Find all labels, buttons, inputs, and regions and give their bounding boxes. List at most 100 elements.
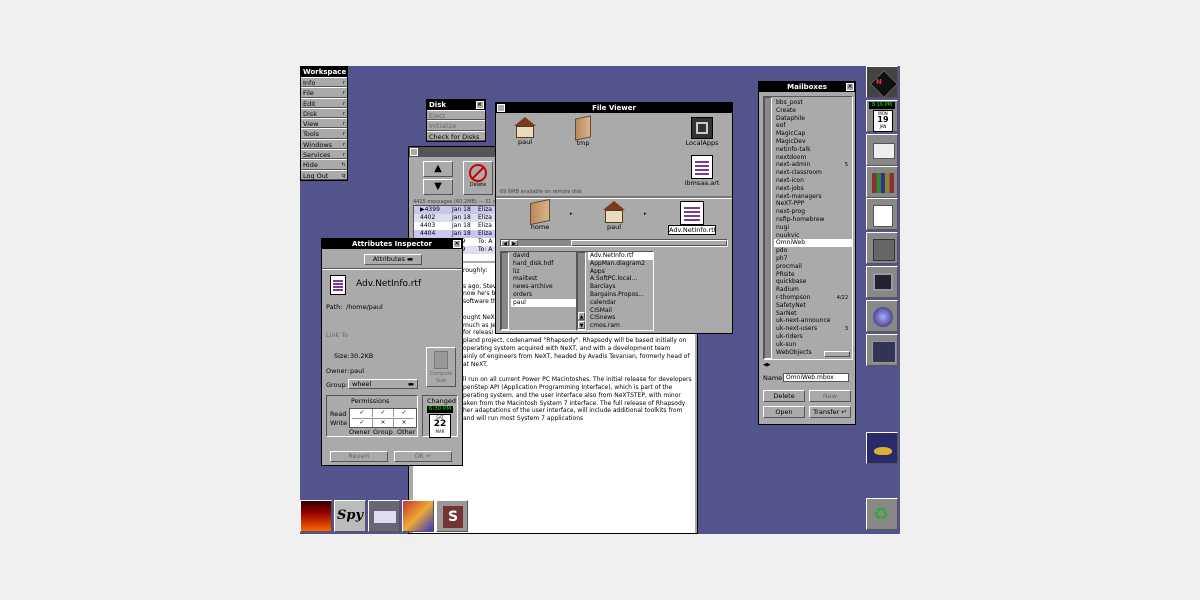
workspace-menu-item-view[interactable]: View r xyxy=(301,118,347,129)
close-icon[interactable]: × xyxy=(846,83,854,91)
dock-lamp[interactable] xyxy=(866,432,898,464)
group-popup[interactable]: wheel ▬ xyxy=(348,379,418,389)
list-item[interactable]: calendar xyxy=(588,299,654,307)
mailbox-hscroll[interactable]: ◀▶ xyxy=(763,362,783,369)
workspace-menu-item-windows[interactable]: Windows r xyxy=(301,138,347,150)
list-item[interactable]: next-jobs xyxy=(774,185,852,193)
list-item[interactable]: uk-riders xyxy=(774,333,852,341)
list-item[interactable]: r-thompson 4/22 xyxy=(774,294,852,302)
column-scrollbar[interactable] xyxy=(501,252,509,330)
close-icon[interactable]: × xyxy=(453,240,461,248)
perm-other-read[interactable]: ✓ xyxy=(394,409,414,417)
list-item[interactable]: nuukvic xyxy=(774,232,852,240)
path-item-paul[interactable]: paul xyxy=(598,201,630,231)
list-item[interactable]: david xyxy=(511,252,577,260)
workspace-menu-item-disk[interactable]: Disk r xyxy=(301,107,347,119)
ok-button[interactable]: OK ↵ xyxy=(394,451,452,462)
path-item-selected-file[interactable]: Adv.NetInfo.rtf xyxy=(668,201,716,235)
list-item[interactable]: netinfo-talk xyxy=(774,146,852,154)
close-icon[interactable]: × xyxy=(476,101,484,109)
list-item[interactable]: uk-next-users 3 xyxy=(774,325,852,333)
list-item[interactable]: SafetyNet xyxy=(774,302,852,310)
path-item-home[interactable]: home xyxy=(524,198,556,231)
scroll-left-button[interactable]: ◀ xyxy=(501,240,509,247)
list-item[interactable]: paul xyxy=(511,298,577,307)
scroll-down-button[interactable]: ▼ xyxy=(578,321,585,329)
browser-scrollbar[interactable]: ◀ ▶ xyxy=(500,239,728,247)
inspector-popup[interactable]: Attributes ▬ xyxy=(364,254,422,265)
perm-other-write[interactable]: × xyxy=(394,418,414,427)
list-item[interactable]: MagicCap xyxy=(774,130,852,138)
dock-next-logo[interactable]: N xyxy=(866,66,899,99)
list-item[interactable]: Adv.NetInfo.rtf xyxy=(588,252,654,260)
list-item[interactable]: ph7 xyxy=(774,255,852,263)
list-item[interactable]: orders xyxy=(511,291,577,299)
workspace-menu-item-file[interactable]: File r xyxy=(301,87,347,98)
list-item[interactable]: A.SoftPC.local... xyxy=(588,275,654,283)
next-message-button[interactable]: ▼ xyxy=(423,179,453,195)
mailbox-open-button[interactable]: Open xyxy=(763,406,805,418)
mailbox-delete-button[interactable]: Delete xyxy=(763,390,805,402)
dock-edit[interactable] xyxy=(866,198,898,230)
mailbox-transfer-button[interactable]: Transfer ↵ xyxy=(809,406,851,418)
dock-preferences[interactable] xyxy=(866,232,898,264)
list-item[interactable]: Bargains.Propos... xyxy=(588,291,654,299)
list-item[interactable]: next-classroom xyxy=(774,169,852,177)
scroll-knob[interactable] xyxy=(571,240,727,246)
perm-group-write[interactable]: × xyxy=(373,418,394,427)
list-item[interactable]: nsfip-homebrew xyxy=(774,216,852,224)
workspace-menu-item-tools[interactable]: Tools r xyxy=(301,128,347,139)
dock-terminal[interactable] xyxy=(866,266,898,298)
list-item[interactable]: hard_disk.hdf xyxy=(511,260,577,268)
list-item[interactable]: Barclays xyxy=(588,283,654,291)
dock-clock[interactable]: 8:16 PM MON 19 JAN xyxy=(866,100,898,132)
tile-draw[interactable] xyxy=(402,500,434,532)
dock-recycler[interactable]: ♻ xyxy=(866,498,898,530)
perm-owner-write[interactable]: ✓ xyxy=(352,418,373,427)
scroll-right-button[interactable]: ▶ xyxy=(510,240,518,247)
list-item[interactable]: next-managers xyxy=(774,193,852,201)
list-item[interactable]: next-admin 5 xyxy=(774,161,852,169)
list-item[interactable]: quickbase xyxy=(774,278,852,286)
revert-button[interactable]: Revert xyxy=(330,451,388,462)
column-scrollbar[interactable]: ▲ ▼ xyxy=(577,252,586,330)
prev-message-button[interactable]: ▲ xyxy=(423,161,453,177)
list-item[interactable]: cmos.ram xyxy=(588,322,654,330)
perm-group-read[interactable]: ✓ xyxy=(373,409,394,417)
workspace-menu-item-services[interactable]: Services r xyxy=(301,149,347,160)
list-item[interactable]: next-icon xyxy=(774,177,852,185)
list-item[interactable]: PRsite xyxy=(774,271,852,279)
workspace-menu-item-hide[interactable]: Hide h xyxy=(301,159,347,170)
list-item[interactable]: news-archive xyxy=(511,283,577,291)
list-item[interactable]: eof xyxy=(774,122,852,130)
list-item[interactable]: uk-next-announce xyxy=(774,317,852,325)
shelf-item-paul[interactable]: paul xyxy=(510,117,540,146)
list-item[interactable]: NeXT-PPP xyxy=(774,200,852,208)
list-item[interactable]: SarNet xyxy=(774,310,852,318)
dock-librarian[interactable] xyxy=(866,166,898,198)
shelf-item-tmp[interactable]: tmp xyxy=(568,115,598,147)
mailbox-scroll-knob[interactable] xyxy=(824,351,850,357)
minimize-icon[interactable] xyxy=(410,148,418,156)
mailbox-name-field[interactable]: OmniWeb.mbox xyxy=(783,373,849,382)
scroll-up-button[interactable]: ▲ xyxy=(578,312,585,320)
list-item[interactable]: OmniWeb xyxy=(774,239,852,248)
dock-app[interactable] xyxy=(866,334,898,366)
initialize-menu-item[interactable]: Initialize xyxy=(427,120,485,131)
list-item[interactable]: pdo xyxy=(774,247,852,255)
tile-spy[interactable]: Spy xyxy=(334,500,366,532)
list-item[interactable]: AppMan.diagram2 xyxy=(588,260,654,268)
dock-mail[interactable] xyxy=(866,134,898,166)
list-item[interactable]: nextdoom xyxy=(774,154,852,162)
workspace-menu-item-log-out[interactable]: Log Out q xyxy=(301,169,347,180)
workspace-menu-item-info[interactable]: Info r xyxy=(301,77,347,88)
list-item[interactable]: Apps xyxy=(588,268,654,276)
list-item[interactable]: Radium xyxy=(774,286,852,294)
list-item[interactable]: CISnews xyxy=(588,314,654,322)
shelf-item-localapps[interactable]: LocalApps xyxy=(682,117,722,147)
workspace-menu-item-edit[interactable]: Edit r xyxy=(301,97,347,108)
list-item[interactable]: nugi xyxy=(774,224,852,232)
list-item[interactable]: MagicDev xyxy=(774,138,852,146)
list-item[interactable]: uk-sun xyxy=(774,341,852,349)
eject-menu-item[interactable]: Eject xyxy=(427,110,485,121)
